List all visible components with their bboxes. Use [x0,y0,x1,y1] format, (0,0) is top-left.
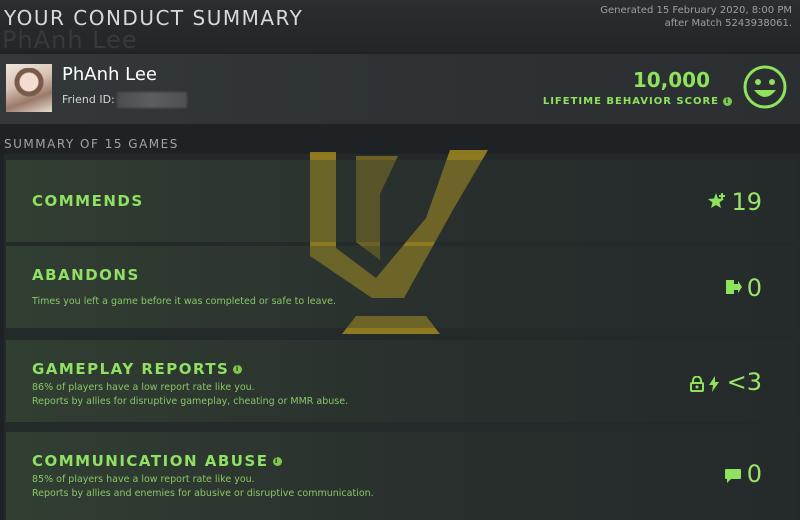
gameplay-reports-title: GAMEPLAY REPORTS i [32,360,243,378]
player-name: PhAnh Lee [62,64,157,85]
gameplay-reports-description: Reports by allies for disruptive gamepla… [32,396,349,407]
exit-door-icon [726,280,742,294]
lightning-icon [709,376,719,392]
communication-abuse-stat: 85% of players have a low report rate li… [32,474,255,485]
friend-id-redacted [116,92,187,108]
abandons-value: 0 [746,274,762,302]
generated-timestamp: Generated 15 February 2020, 8:00 PM afte… [600,4,792,30]
gameplay-reports-stat: 86% of players have a low report rate li… [32,382,255,393]
communication-abuse-card: COMMUNICATION ABUSE i 85% of players have… [6,432,796,520]
star-plus-icon [708,193,725,208]
info-icon[interactable]: i [272,457,282,466]
watermark-player-name: PhAnh Lee [2,26,138,54]
summary-heading: SUMMARY OF 15 GAMES [4,137,179,151]
commends-title: COMMENDS [32,192,144,210]
behavior-score-label-text: LIFETIME BEHAVIOR SCORE [542,96,719,107]
smiley-face-icon [743,65,787,109]
communication-abuse-title-text: COMMUNICATION ABUSE [32,452,269,470]
chat-bubble-icon [725,469,741,483]
communication-abuse-description: Reports by allies and enemies for abusiv… [32,488,374,499]
generated-line-2: after Match 5243938061. [664,18,792,29]
gameplay-reports-title-text: GAMEPLAY REPORTS [32,360,230,378]
gameplay-reports-value: <3 [726,368,762,396]
profile-bar: PhAnh Lee Friend ID: 10,000 LIFETIME BEH… [0,54,800,124]
behavior-score-label: LIFETIME BEHAVIOR SCORE i [543,96,732,107]
generated-line-1: Generated 15 February 2020, 8:00 PM [600,5,792,16]
communication-abuse-title: COMMUNICATION ABUSE i [32,452,282,470]
friend-id-label: Friend ID: [62,93,115,106]
page-title: YOUR CONDUCT SUMMARY [4,6,304,30]
info-icon[interactable]: i [233,365,243,374]
abandons-card: ABANDONS Times you left a game before it… [6,246,796,328]
commends-value: 19 [731,188,762,216]
abandons-title: ABANDONS [32,266,140,284]
friend-id: Friend ID: [62,92,187,108]
header-bar: PhAnh Lee YOUR CONDUCT SUMMARY Generated… [0,0,800,54]
gameplay-reports-card: GAMEPLAY REPORTS i 86% of players have a … [6,340,796,422]
communication-abuse-value: 0 [746,460,762,488]
info-icon[interactable]: i [723,96,732,106]
behavior-score: 10,000 [632,68,710,92]
abandons-description: Times you left a game before it was comp… [32,296,336,307]
lock-icon [690,376,704,392]
avatar[interactable] [6,64,52,112]
commends-card: COMMENDS 19 [6,160,796,242]
